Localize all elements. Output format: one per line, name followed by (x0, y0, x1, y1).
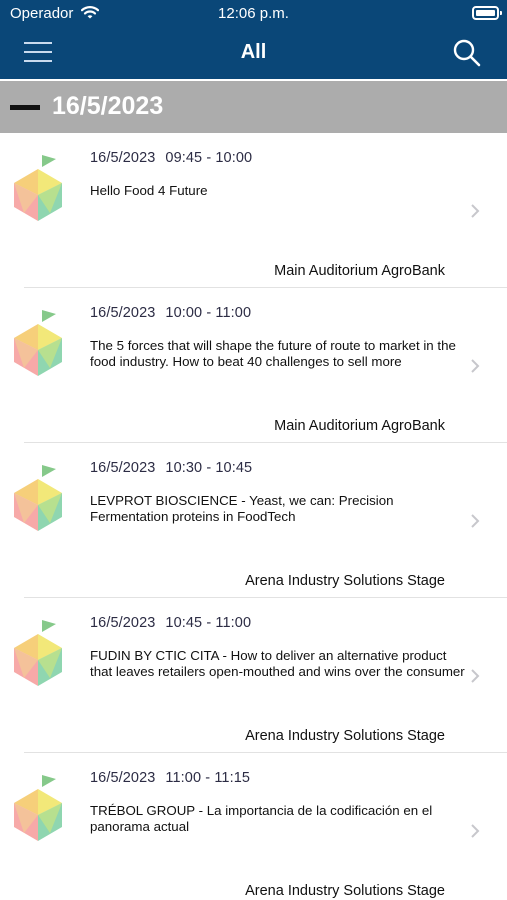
session-date: 16/5/2023 (90, 770, 156, 786)
session-title: LEVPROT BIOSCIENCE - Yeast, we can: Prec… (90, 493, 394, 524)
status-bar: Operador 12:06 p.m. (0, 0, 507, 28)
session-time: 10:30 - 10:45 (165, 460, 253, 476)
battery-icon (472, 6, 502, 20)
session-date: 16/5/2023 (90, 305, 156, 321)
search-button[interactable] (452, 38, 482, 68)
session-date: 16/5/2023 (90, 615, 156, 631)
event-logo-icon (14, 775, 62, 841)
top-bar: Operador 12:06 p.m. All (0, 0, 507, 79)
chevron-right-icon (471, 514, 480, 528)
session-title: Hello Food 4 Future (90, 183, 208, 198)
chevron-right-icon (471, 359, 480, 373)
session-date: 16/5/2023 (90, 460, 156, 476)
session-location: Main Auditorium AgroBank (274, 263, 445, 279)
session-item[interactable]: 16/5/2023 09:45 - 10:00 Hello Food 4 Futu… (0, 133, 507, 288)
section-date: 16/5/2023 (52, 92, 164, 120)
collapse-icon (10, 105, 40, 110)
session-location: Arena Industry Solutions Stage (245, 883, 445, 899)
chevron-right-icon (471, 824, 480, 838)
navigation-bar: All (0, 28, 507, 79)
session-datetime: 16/5/2023 09:45 - 10:00 (90, 150, 252, 166)
session-datetime: 16/5/2023 10:30 - 10:45 (90, 460, 252, 476)
session-time: 10:45 - 11:00 (165, 615, 252, 631)
session-title: FUDIN BY CTIC CITA - How to deliver an a… (90, 648, 465, 679)
chevron-right-icon (471, 204, 480, 218)
session-item[interactable]: 16/5/2023 11:00 - 11:15 TRÉBOL GROUP - La… (0, 753, 507, 900)
session-item[interactable]: 16/5/2023 10:45 - 11:00 FUDIN BY CTIC CIT… (0, 598, 507, 753)
session-title: TRÉBOL GROUP - La importancia de la codi… (90, 803, 433, 834)
session-location: Arena Industry Solutions Stage (245, 728, 445, 744)
date-section-header[interactable]: 16/5/2023 (0, 81, 507, 133)
session-datetime: 16/5/2023 11:00 - 11:15 (90, 770, 250, 786)
clock: 12:06 p.m. (218, 5, 289, 22)
event-logo-icon (14, 310, 62, 376)
session-time: 09:45 - 10:00 (165, 150, 253, 166)
session-item[interactable]: 16/5/2023 10:30 - 10:45 LEVPROT BIOSCIENC… (0, 443, 507, 598)
session-location: Arena Industry Solutions Stage (245, 573, 445, 589)
event-logo-icon (14, 620, 62, 686)
event-logo-icon (14, 465, 62, 531)
session-datetime: 16/5/2023 10:45 - 11:00 (90, 615, 251, 631)
event-logo-icon (14, 155, 62, 221)
page-title: All (240, 41, 267, 63)
session-time: 10:00 - 11:00 (165, 305, 252, 321)
session-date: 16/5/2023 (90, 150, 156, 166)
chevron-right-icon (471, 669, 480, 683)
session-item[interactable]: 16/5/2023 10:00 - 11:00 The 5 forces that… (0, 288, 507, 443)
session-title: The 5 forces that will shape the future … (90, 338, 456, 369)
session-location: Main Auditorium AgroBank (274, 418, 445, 434)
session-datetime: 16/5/2023 10:00 - 11:00 (90, 305, 251, 321)
session-time: 11:00 - 11:15 (165, 770, 251, 786)
